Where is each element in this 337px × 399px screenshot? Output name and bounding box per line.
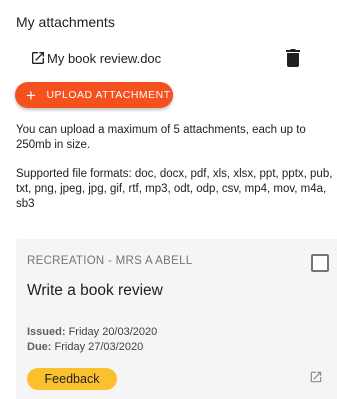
trash-icon[interactable] [286,49,300,67]
upload-attachment-label: UPLOAD ATTACHMENT [46,89,171,101]
attachment-item: My book review.doc [30,48,310,68]
attachment-file-name[interactable]: My book review.doc [47,51,161,66]
due-label: Due: [27,341,52,353]
due-row: Due: Friday 27/03/2020 [27,340,157,355]
issued-row: Issued: Friday 20/03/2020 [27,325,157,340]
open-in-new-icon[interactable] [309,370,323,384]
upload-limit-text: You can upload a maximum of 5 attachment… [16,124,306,151]
task-title[interactable]: Write a book review [27,282,163,300]
plus-icon: + [26,85,37,105]
open-in-new-icon[interactable] [30,50,46,66]
feedback-button[interactable]: Feedback [27,368,117,390]
task-checkbox[interactable] [311,254,329,272]
issued-date: Friday 20/03/2020 [68,326,158,338]
task-dates: Issued: Friday 20/03/2020 Due: Friday 27… [27,325,157,355]
task-subject: RECREATION - MRS A ABELL [27,255,193,267]
issued-label: Issued: [27,326,66,338]
supported-formats-text: Supported file formats: doc, docx, pdf, … [16,168,333,210]
attachments-title: My attachments [16,14,115,30]
task-card[interactable]: RECREATION - MRS A ABELL Write a book re… [16,239,337,399]
upload-attachment-button[interactable]: + UPLOAD ATTACHMENT [15,82,173,108]
due-date: Friday 27/03/2020 [54,341,144,353]
